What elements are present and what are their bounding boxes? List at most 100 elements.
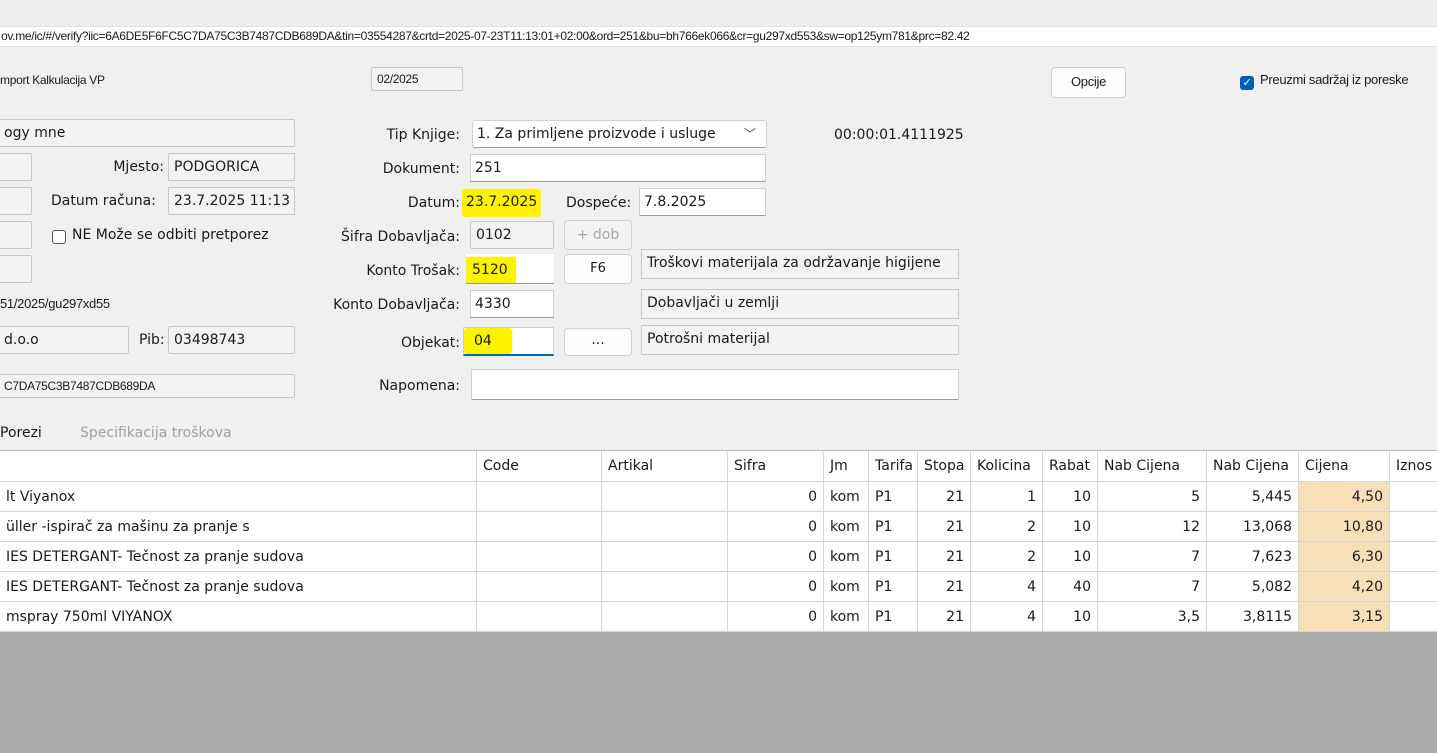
add-dobavljac-button[interactable]: + dob xyxy=(564,220,632,250)
table-cell[interactable] xyxy=(476,601,602,632)
table-cell[interactable]: 7 xyxy=(1097,541,1207,572)
table-cell[interactable]: 10 xyxy=(1042,541,1098,572)
column-header[interactable]: Artikal xyxy=(601,451,728,482)
table-cell[interactable] xyxy=(601,511,728,542)
table-cell[interactable]: mspray 750ml VIYANOX xyxy=(0,601,477,632)
table-row[interactable]: lt Viyanox 0 kom P1 21 1 10 5 5,445 4,50 xyxy=(0,481,1437,512)
table-cell[interactable]: 40 xyxy=(1042,571,1098,602)
tab-porezi[interactable]: Porezi xyxy=(0,421,42,445)
left-small-field-4[interactable] xyxy=(0,255,32,283)
table-cell[interactable] xyxy=(1389,481,1437,512)
table-cell[interactable]: 5 xyxy=(1097,481,1207,512)
table-cell[interactable]: 13,068 xyxy=(1206,511,1299,542)
table-cell[interactable]: 1 xyxy=(970,481,1043,512)
table-cell[interactable] xyxy=(476,571,602,602)
pib-field[interactable]: 03498743 xyxy=(168,326,295,354)
table-cell[interactable]: 10 xyxy=(1042,601,1098,632)
table-row[interactable]: üller -ispirač za mašinu za pranje s 0 kom… xyxy=(0,511,1437,542)
table-cell[interactable]: 4,20 xyxy=(1298,571,1390,602)
table-cell[interactable] xyxy=(476,511,602,542)
table-cell[interactable]: 10 xyxy=(1042,481,1098,512)
table-cell[interactable]: 0 xyxy=(727,571,824,602)
column-header[interactable] xyxy=(0,451,477,482)
objekat-browse-button[interactable]: ... xyxy=(564,328,632,356)
table-cell[interactable]: 7,623 xyxy=(1206,541,1299,572)
table-cell[interactable]: 4,50 xyxy=(1298,481,1390,512)
table-row[interactable]: mspray 750ml VIYANOX 0 kom P1 21 4 10 3,5 3,8115… xyxy=(0,601,1437,632)
mjesto-field[interactable]: PODGORICA xyxy=(168,153,295,181)
table-cell[interactable]: 5,082 xyxy=(1206,571,1299,602)
table-cell[interactable]: kom xyxy=(823,601,869,632)
table-cell[interactable]: 12 xyxy=(1097,511,1207,542)
table-cell[interactable]: kom xyxy=(823,541,869,572)
left-small-field-3[interactable] xyxy=(0,221,32,249)
table-cell[interactable]: 2 xyxy=(970,511,1043,542)
table-cell[interactable]: 0 xyxy=(727,481,824,512)
preuzmi-checkbox[interactable]: ✓ Preuzmi sadržaj iz poreske xyxy=(1240,70,1409,90)
tip-knjige-select[interactable]: 1. Za primljene proizvode i usluge ﹀ xyxy=(472,120,767,148)
column-header[interactable]: Jm xyxy=(823,451,869,482)
iic-field[interactable]: C7DA75C3B7487CDB689DA xyxy=(0,374,295,398)
sifra-dobavljaca-field[interactable]: 0102 xyxy=(470,221,554,249)
column-header[interactable]: Sifra xyxy=(727,451,824,482)
table-cell[interactable]: 7 xyxy=(1097,571,1207,602)
table-cell[interactable]: 21 xyxy=(917,571,971,602)
table-cell[interactable]: 3,5 xyxy=(1097,601,1207,632)
left-small-field-2[interactable] xyxy=(0,187,32,215)
opcije-button[interactable]: Opcije xyxy=(1051,67,1126,98)
table-cell[interactable] xyxy=(601,481,728,512)
konto-trosak-input[interactable]: 5120 xyxy=(466,254,554,284)
table-cell[interactable]: P1 xyxy=(868,571,918,602)
dospece-input[interactable]: 7.8.2025 xyxy=(639,188,766,216)
checkmark-icon[interactable]: ✓ xyxy=(1240,76,1254,90)
ne-moze-checkbox[interactable]: ✓ NE Može se odbiti pretporez xyxy=(52,225,269,245)
table-cell[interactable]: P1 xyxy=(868,511,918,542)
table-cell[interactable]: 10 xyxy=(1042,511,1098,542)
table-cell[interactable]: kom xyxy=(823,571,869,602)
column-header[interactable]: Cijena xyxy=(1298,451,1390,482)
table-cell[interactable]: 21 xyxy=(917,481,971,512)
table-cell[interactable] xyxy=(476,541,602,572)
table-cell[interactable]: kom xyxy=(823,511,869,542)
table-cell[interactable] xyxy=(601,571,728,602)
column-header[interactable]: Tarifa xyxy=(868,451,918,482)
table-cell[interactable]: P1 xyxy=(868,541,918,572)
objekat-input[interactable]: 04 xyxy=(463,327,554,356)
table-cell[interactable] xyxy=(476,481,602,512)
table-cell[interactable] xyxy=(1389,511,1437,542)
table-cell[interactable]: 21 xyxy=(917,541,971,572)
column-header[interactable]: Rabat xyxy=(1042,451,1098,482)
period-field[interactable]: 02/2025 xyxy=(371,67,463,91)
table-row[interactable]: IES DETERGANT- Tečnost za pranje sudova 0… xyxy=(0,571,1437,602)
table-cell[interactable]: P1 xyxy=(868,481,918,512)
column-header[interactable]: Nab Cijena xyxy=(1206,451,1299,482)
table-cell[interactable]: 3,15 xyxy=(1298,601,1390,632)
tab-specifikacija-troskova[interactable]: Specifikacija troškova xyxy=(80,421,232,445)
table-cell[interactable]: 3,8115 xyxy=(1206,601,1299,632)
table-cell[interactable]: üller -ispirač za mašinu za pranje s xyxy=(0,511,477,542)
table-cell[interactable]: 0 xyxy=(727,511,824,542)
checkbox-empty-icon[interactable]: ✓ xyxy=(52,230,66,244)
column-header[interactable]: Kolicina xyxy=(970,451,1043,482)
items-grid[interactable]: Code Artikal Sifra Jm Tarifa Stopa Kolicina Rab… xyxy=(0,450,1437,632)
column-header[interactable]: Nab Cijena xyxy=(1097,451,1207,482)
table-cell[interactable] xyxy=(1389,601,1437,632)
table-cell[interactable]: 4 xyxy=(970,601,1043,632)
table-cell[interactable]: 6,30 xyxy=(1298,541,1390,572)
table-cell[interactable]: 4 xyxy=(970,571,1043,602)
datum-racuna-field[interactable]: 23.7.2025 11:13 xyxy=(168,187,295,215)
table-row[interactable]: IES DETERGANT- Tečnost za pranje sudova 0… xyxy=(0,541,1437,572)
table-cell[interactable]: 0 xyxy=(727,541,824,572)
url-bar[interactable]: ov.me/ic/#/verify?iic=6A6DE5F6FC5C7DA75C… xyxy=(0,26,1437,47)
table-cell[interactable]: IES DETERGANT- Tečnost za pranje sudova xyxy=(0,571,477,602)
table-cell[interactable]: P1 xyxy=(868,601,918,632)
table-cell[interactable]: 21 xyxy=(917,511,971,542)
chevron-down-icon[interactable]: ﹀ xyxy=(744,121,756,147)
left-small-field-1[interactable] xyxy=(0,153,32,181)
table-cell[interactable]: IES DETERGANT- Tečnost za pranje sudova xyxy=(0,541,477,572)
table-cell[interactable]: kom xyxy=(823,481,869,512)
table-cell[interactable] xyxy=(1389,571,1437,602)
company-field[interactable]: d.o.o xyxy=(0,326,129,354)
table-cell[interactable] xyxy=(1389,541,1437,572)
table-cell[interactable]: lt Viyanox xyxy=(0,481,477,512)
